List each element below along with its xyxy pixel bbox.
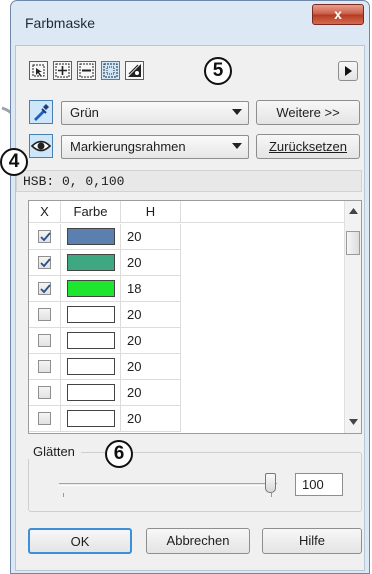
row-checkbox-cell xyxy=(29,354,61,380)
row-color-cell xyxy=(61,380,121,406)
checkmark-icon xyxy=(40,258,51,268)
row-color-cell xyxy=(61,250,121,276)
column-header-h[interactable]: H xyxy=(121,201,181,223)
row-color-cell xyxy=(61,302,121,328)
row-color-cell xyxy=(61,328,121,354)
intersect-select-icon[interactable] xyxy=(101,61,120,80)
table-row[interactable]: 20 xyxy=(29,354,344,380)
eyedropper-icon xyxy=(34,104,49,121)
chevron-down-icon xyxy=(232,143,242,149)
help-button[interactable]: Hilfe xyxy=(262,528,362,554)
callout-4-badge: 4 xyxy=(0,148,28,176)
eye-icon xyxy=(30,140,52,152)
more-button[interactable]: Weitere >> xyxy=(256,100,360,125)
table-row[interactable]: 20 xyxy=(29,250,344,276)
table-row[interactable]: 20 xyxy=(29,224,344,250)
close-button[interactable]: x xyxy=(312,4,364,25)
color-swatch[interactable] xyxy=(67,306,115,323)
grid-scrollbar[interactable] xyxy=(344,201,361,433)
reset-label: Zurücksetzen xyxy=(268,139,348,154)
smoothing-value-input[interactable]: 100 xyxy=(295,473,343,496)
color-swatch[interactable] xyxy=(67,358,115,375)
window-title: Farbmaske xyxy=(25,15,96,31)
column-header-empty xyxy=(181,201,344,223)
color-swatch[interactable] xyxy=(67,384,115,401)
reset-button[interactable]: Zurücksetzen xyxy=(256,134,360,159)
scroll-thumb[interactable] xyxy=(346,231,360,255)
row-h-value: 20 xyxy=(121,406,181,432)
table-row[interactable]: 18 xyxy=(29,276,344,302)
table-row[interactable]: 20 xyxy=(29,328,344,354)
checkmark-icon xyxy=(40,232,51,242)
row-h-value: 18 xyxy=(121,276,181,302)
row-checkbox-cell xyxy=(29,380,61,406)
add-select-icon[interactable] xyxy=(53,61,72,80)
callout-5-badge: 5 xyxy=(204,57,232,85)
row-h-value: 20 xyxy=(121,380,181,406)
table-row[interactable]: 20 xyxy=(29,302,344,328)
row-checkbox[interactable] xyxy=(38,334,51,347)
checkmark-icon xyxy=(40,284,51,294)
slider-tick-min xyxy=(63,493,64,497)
ok-button[interactable]: OK xyxy=(28,528,132,554)
row-h-value: 20 xyxy=(121,250,181,276)
row-checkbox[interactable] xyxy=(38,386,51,399)
row-checkbox-cell xyxy=(29,224,61,250)
row-checkbox-cell xyxy=(29,276,61,302)
mask-toolbar xyxy=(29,59,149,85)
color-picker-button[interactable] xyxy=(29,100,53,124)
row-checkbox-cell xyxy=(29,328,61,354)
view-mode-button[interactable] xyxy=(29,134,53,158)
row-checkbox[interactable] xyxy=(38,308,51,321)
row-h-value: 20 xyxy=(121,224,181,250)
row-h-value: 20 xyxy=(121,302,181,328)
cancel-button[interactable]: Abbrechen xyxy=(146,528,250,554)
row-color-cell xyxy=(61,406,121,432)
color-swatch[interactable] xyxy=(67,332,115,349)
table-row[interactable]: 20 xyxy=(29,380,344,406)
subtract-select-icon[interactable] xyxy=(77,61,96,80)
callout-6-badge: 6 xyxy=(105,440,133,468)
table-row[interactable]: 20 xyxy=(29,406,344,432)
row-checkbox-cell xyxy=(29,302,61,328)
row-checkbox-cell xyxy=(29,250,61,276)
color-swatch[interactable] xyxy=(67,228,115,245)
toolbar-overflow-button[interactable] xyxy=(338,61,358,81)
color-grid: X Farbe H 20 20 18 20 20 20 20 20 xyxy=(28,200,362,434)
smoothing-label: Glätten xyxy=(27,444,81,459)
invert-mask-icon[interactable] xyxy=(125,61,144,80)
play-right-icon xyxy=(345,66,352,76)
color-swatch[interactable] xyxy=(67,254,115,271)
smoothing-slider-thumb[interactable] xyxy=(265,473,276,493)
row-checkbox[interactable] xyxy=(38,360,51,373)
display-mode-select[interactable]: Markierungsrahmen xyxy=(61,135,249,159)
color-swatch[interactable] xyxy=(67,410,115,427)
smoothing-slider-track[interactable] xyxy=(59,483,277,486)
hsb-readout-bar: HSB: 0, 0,100 xyxy=(16,170,362,192)
row-h-value: 20 xyxy=(121,354,181,380)
row-color-cell xyxy=(61,224,121,250)
chevron-down-icon xyxy=(232,109,242,115)
row-h-value: 20 xyxy=(121,328,181,354)
row-checkbox[interactable] xyxy=(38,412,51,425)
row-checkbox-cell xyxy=(29,406,61,432)
smoothing-group: Glätten 6 100 xyxy=(27,440,362,512)
row-checkbox[interactable] xyxy=(38,256,51,269)
row-color-cell xyxy=(61,276,121,302)
row-checkbox[interactable] xyxy=(38,282,51,295)
color-swatch[interactable] xyxy=(67,280,115,297)
rect-select-icon[interactable] xyxy=(29,61,48,80)
color-select-value: Grün xyxy=(70,105,99,120)
display-mode-value: Markierungsrahmen xyxy=(70,139,186,154)
scroll-down-icon[interactable] xyxy=(349,419,358,425)
hsb-readout: HSB: 0, 0,100 xyxy=(23,174,125,189)
slider-tick-max xyxy=(271,493,272,497)
color-select[interactable]: Grün xyxy=(61,101,249,125)
scroll-up-icon[interactable] xyxy=(349,208,358,214)
row-checkbox[interactable] xyxy=(38,230,51,243)
row-color-cell xyxy=(61,354,121,380)
column-header-farbe[interactable]: Farbe xyxy=(61,201,121,223)
column-header-x[interactable]: X xyxy=(29,201,61,223)
